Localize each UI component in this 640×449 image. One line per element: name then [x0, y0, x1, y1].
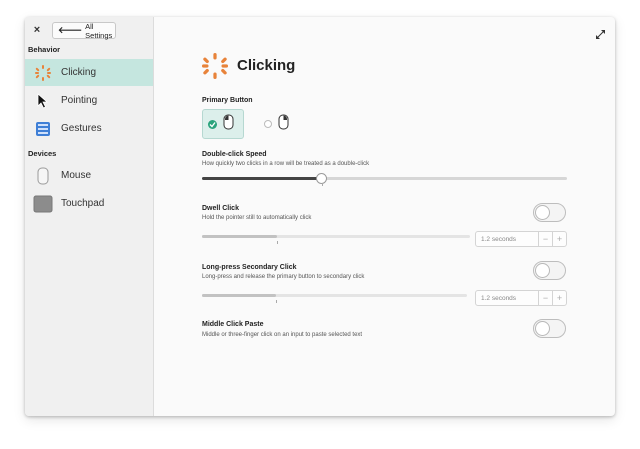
- clicking-icon: [35, 64, 51, 82]
- long-press-label: Long-press Secondary Click: [202, 264, 297, 271]
- checkmark-icon: [208, 119, 217, 129]
- double-click-label: Double-click Speed: [202, 151, 267, 158]
- clicking-icon: [202, 53, 228, 79]
- double-click-slider[interactable]: [202, 173, 567, 184]
- sidebar-item-touchpad[interactable]: Touchpad: [25, 190, 153, 217]
- increment-button[interactable]: +: [552, 232, 566, 246]
- dwell-click-toggle[interactable]: [533, 203, 566, 222]
- slider-tick: [277, 241, 278, 244]
- left-mouse-button-icon: [223, 114, 234, 135]
- toggle-knob: [535, 205, 550, 220]
- touchpad-icon: [33, 195, 53, 213]
- sidebar-item-mouse[interactable]: Mouse: [25, 162, 153, 189]
- slider-tick: [276, 300, 277, 303]
- slider-fill: [202, 177, 322, 180]
- slider-fill: [202, 294, 276, 297]
- all-settings-label: All Settings: [85, 21, 113, 40]
- settings-window: × 🡐 All Settings Behavior Clicking Point…: [25, 17, 615, 416]
- expand-icon[interactable]: [596, 26, 605, 39]
- slider-fill: [202, 235, 277, 238]
- dwell-click-label: Dwell Click: [202, 205, 239, 212]
- long-press-toggle[interactable]: [533, 261, 566, 280]
- increment-button[interactable]: +: [552, 291, 566, 305]
- long-press-description: Long-press and release the primary butto…: [202, 274, 365, 280]
- dwell-click-description: Hold the pointer still to automatically …: [202, 215, 312, 221]
- dwell-click-delay-slider[interactable]: [202, 235, 470, 238]
- middle-click-toggle[interactable]: [533, 319, 566, 338]
- page-title: Clicking: [237, 57, 296, 74]
- spin-value: 1.2 seconds: [481, 235, 517, 243]
- all-settings-button[interactable]: 🡐 All Settings: [52, 21, 116, 40]
- middle-click-label: Middle Click Paste: [202, 321, 264, 328]
- sidebar-item-label: Touchpad: [61, 198, 105, 209]
- sidebar-item-gestures[interactable]: Gestures: [25, 115, 153, 142]
- primary-button-right-option[interactable]: [259, 109, 299, 139]
- long-press-delay-spinbutton[interactable]: 1.2 seconds − +: [475, 290, 567, 306]
- pointer-icon: [35, 92, 51, 110]
- sidebar-item-label: Pointing: [61, 95, 98, 106]
- dwell-click-delay-spinbutton[interactable]: 1.2 seconds − +: [475, 231, 567, 247]
- double-click-description: How quickly two clicks in a row will be …: [202, 161, 370, 167]
- primary-button-label: Primary Button: [202, 97, 253, 104]
- gestures-icon: [35, 120, 51, 138]
- sidebar-item-label: Clicking: [61, 67, 97, 78]
- spin-value: 1.2 seconds: [481, 294, 517, 302]
- sidebar-item-pointing[interactable]: Pointing: [25, 87, 153, 114]
- middle-click-description: Middle or three-finger click on an input…: [202, 332, 363, 338]
- long-press-delay-slider[interactable]: [202, 294, 467, 297]
- section-label-devices: Devices: [28, 149, 57, 158]
- close-button[interactable]: ×: [30, 23, 44, 37]
- primary-button-left-option[interactable]: [202, 109, 244, 139]
- sidebar: × 🡐 All Settings Behavior Clicking Point…: [25, 17, 154, 416]
- slider-tick: [322, 183, 323, 186]
- sidebar-item-label: Gestures: [61, 123, 102, 134]
- back-arrow-icon: 🡐: [58, 25, 83, 35]
- mouse-icon: [35, 167, 51, 185]
- toggle-knob: [535, 321, 550, 336]
- primary-button-group: [202, 109, 292, 139]
- toggle-knob: [535, 263, 550, 278]
- sidebar-item-label: Mouse: [61, 170, 92, 181]
- radio-icon: [264, 120, 272, 128]
- section-label-behavior: Behavior: [28, 45, 61, 54]
- sidebar-item-clicking[interactable]: Clicking: [25, 59, 153, 86]
- decrement-button[interactable]: −: [538, 291, 552, 305]
- decrement-button[interactable]: −: [538, 232, 552, 246]
- content-pane: Clicking Primary Button Double-click Spe…: [155, 17, 615, 416]
- right-mouse-button-icon: [278, 114, 289, 135]
